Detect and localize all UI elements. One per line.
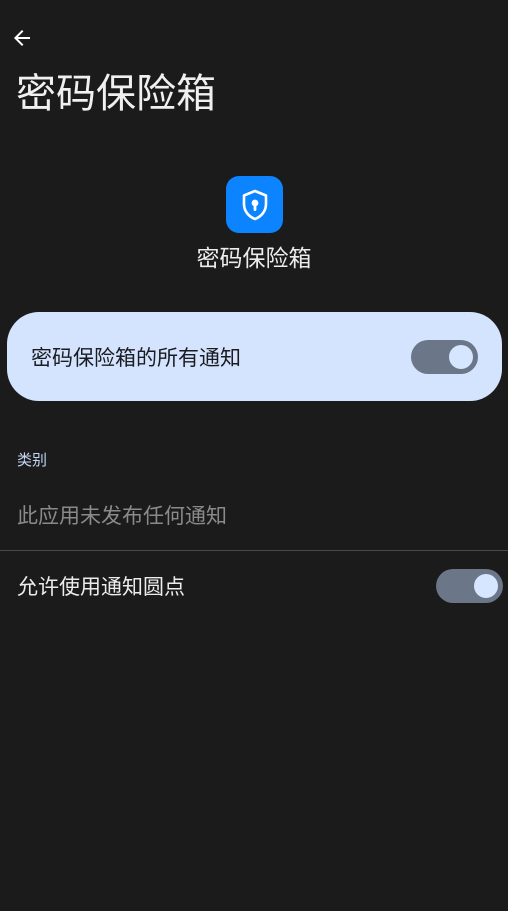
back-button[interactable] [6,22,38,54]
shield-keyhole-icon [242,189,267,220]
all-notifications-label: 密码保险箱的所有通知 [31,345,241,370]
app-notification-settings-page: 密码保险箱 密码保险箱 密码保险箱的所有通知 类别 此应用未发布任何通知 允许使… [0,0,508,911]
no-channels-message: 此应用未发布任何通知 [17,504,227,528]
app-name: 密码保险箱 [196,246,312,272]
notification-dot-switch[interactable] [436,569,503,603]
page-title: 密码保险箱 [16,71,216,117]
notification-dot-toggle-row[interactable]: 允许使用通知圆点 [0,556,508,616]
all-notifications-toggle-row[interactable]: 密码保险箱的所有通知 [7,312,502,401]
all-notifications-switch[interactable] [411,339,478,374]
notification-dot-label: 允许使用通知圆点 [17,575,185,599]
arrow-back-icon [14,30,30,46]
switch-thumb [474,574,498,598]
switch-thumb [449,344,473,369]
app-icon [226,176,283,233]
divider [0,550,508,551]
categories-header: 类别 [17,451,48,469]
